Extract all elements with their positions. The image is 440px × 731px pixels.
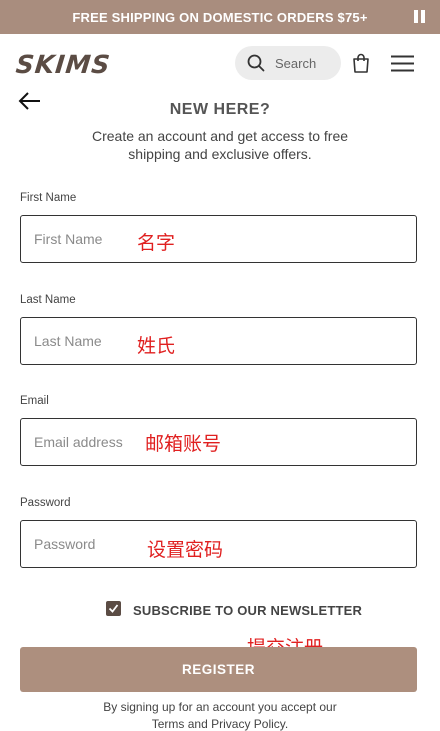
terms-prefix: By signing up for an account you accept … [103,700,337,714]
promo-text: FREE SHIPPING ON DOMESTIC ORDERS $75+ [72,9,368,25]
logo[interactable]: SKIMS [14,50,112,79]
first-name-annotation: 名字 [137,232,176,254]
pause-icon[interactable] [414,10,426,24]
newsletter-checkbox[interactable] [106,601,121,616]
password-annotation: 设置密码 [147,539,224,561]
first-name-field[interactable] [34,216,334,262]
password-label: Password [20,497,71,509]
bag-icon[interactable] [352,53,370,73]
last-name-field[interactable] [34,318,334,364]
last-name-field-box [20,317,417,365]
search-placeholder: Search [275,55,317,71]
page-title: NEW HERE? [169,101,271,118]
register-button-label: REGISTER [181,662,255,677]
terms-and: and [184,717,212,731]
email-annotation: 邮箱账号 [145,433,222,455]
search-input[interactable]: Search [235,46,341,80]
page-subtitle: Create an account and get access to free… [91,128,349,162]
site-header: SKIMS Search [0,34,440,92]
menu-icon[interactable] [391,55,414,72]
last-name-label: Last Name [20,294,76,306]
checkmark-icon [108,604,119,613]
terms-link[interactable]: Terms [152,717,185,731]
search-icon [247,54,265,72]
register-button[interactable]: REGISTER [20,647,417,692]
promo-bar: FREE SHIPPING ON DOMESTIC ORDERS $75+ [0,0,440,34]
terms-notice: By signing up for an account you accept … [100,699,340,731]
newsletter-label[interactable]: SUBSCRIBE TO OUR NEWSLETTER [133,603,362,618]
last-name-annotation: 姓氏 [137,335,176,357]
terms-suffix: . [284,717,289,731]
first-name-label: First Name [20,192,77,204]
first-name-field-box [20,215,417,263]
email-label: Email [20,395,49,407]
privacy-link[interactable]: Privacy Policy [211,717,285,731]
